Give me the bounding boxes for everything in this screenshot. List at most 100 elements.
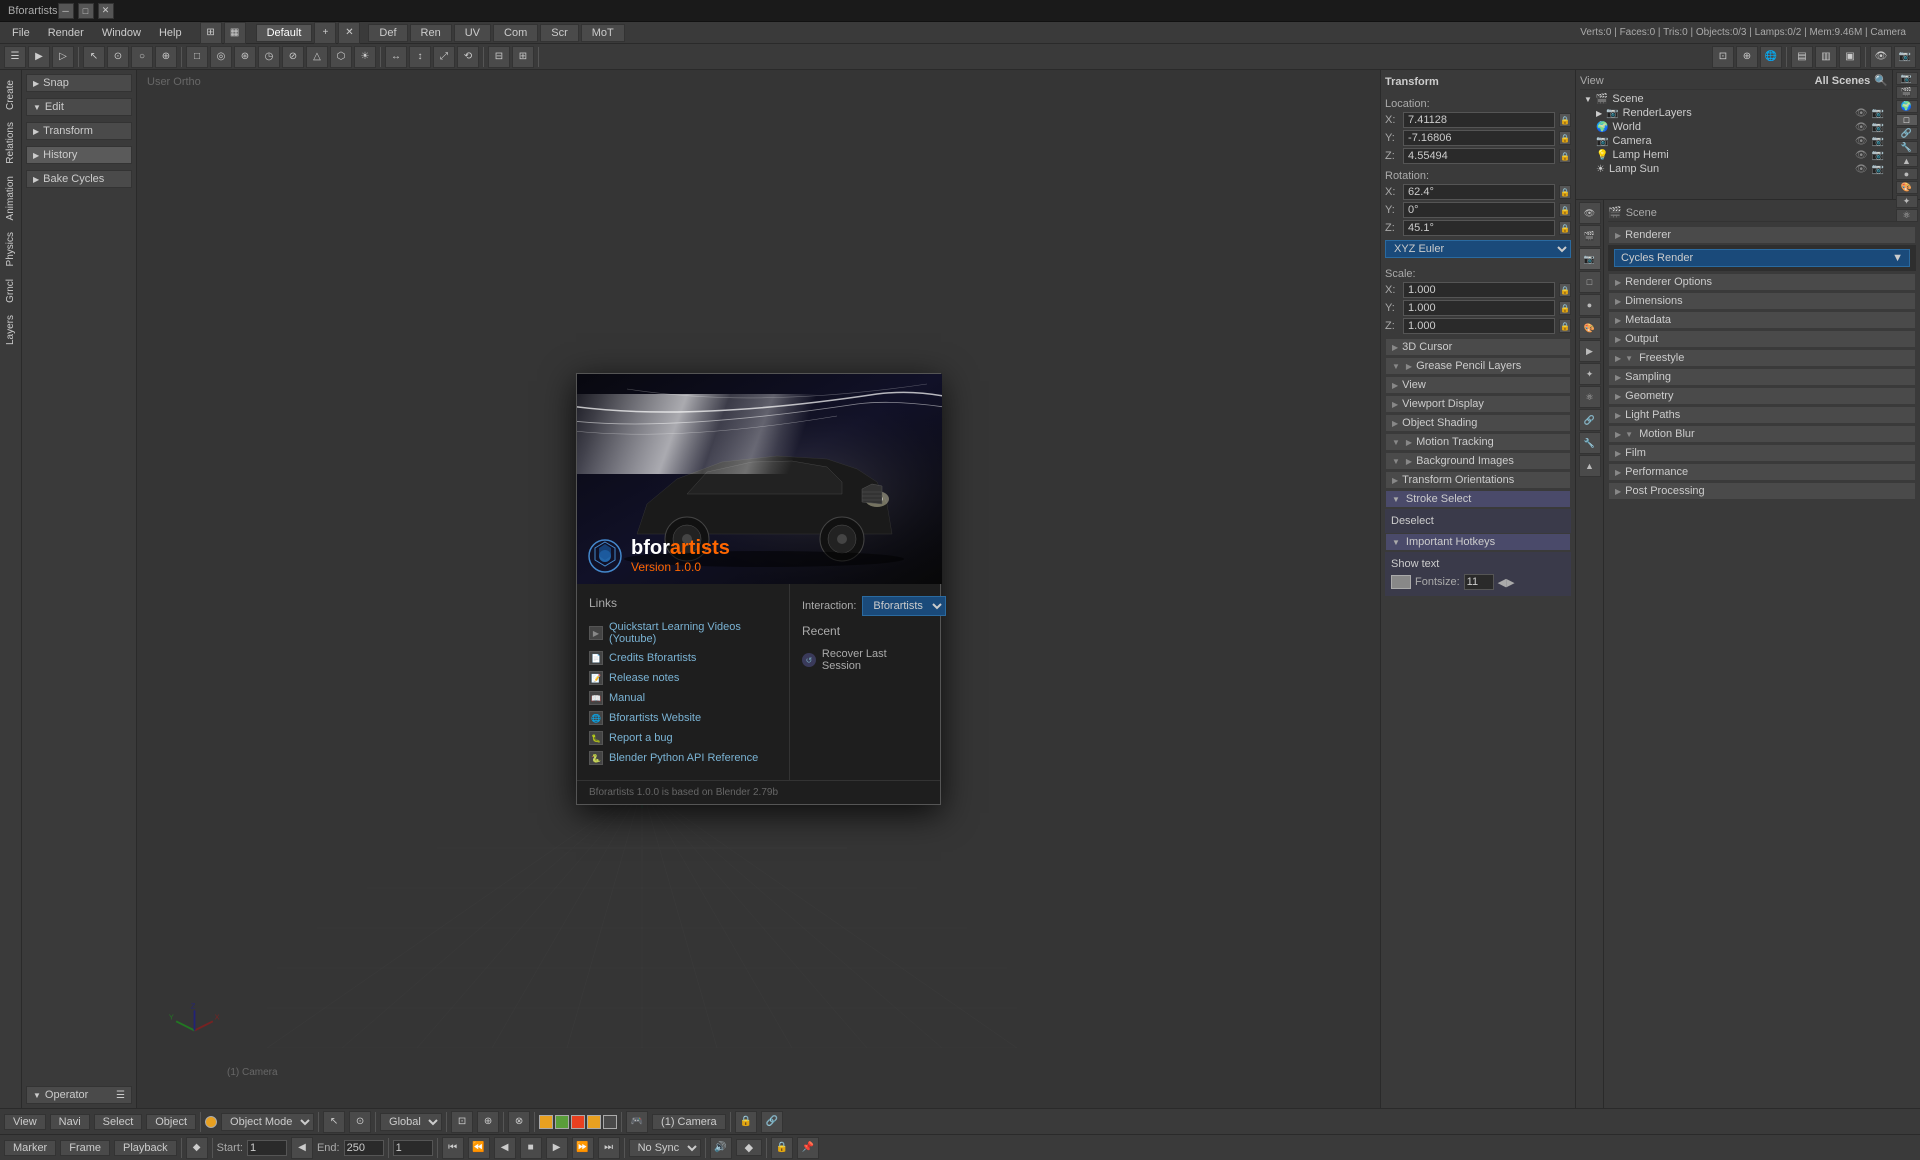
tab-def[interactable]: Def [368,24,407,42]
tb-icon-10[interactable]: ⊛ [234,46,256,68]
tb-render-btn3[interactable]: ▣ [1839,46,1861,68]
viewport[interactable]: User Ortho [137,70,1380,1108]
prop-left-phys[interactable]: ⚛ [1579,386,1601,408]
splash-link-python[interactable]: 🐍 Blender Python API Reference [589,748,777,768]
sampling-header[interactable]: ▶ Sampling [1608,368,1916,386]
color-1[interactable] [539,1115,553,1129]
tb-icon-6[interactable]: ○ [131,46,153,68]
jump-end-btn[interactable]: ⏭ [598,1137,620,1159]
editor-type-btn[interactable]: ⊞ [200,22,222,44]
tb-icon-5[interactable]: ⊙ [107,46,129,68]
outliner-lamp-hemi[interactable]: 💡 Lamp Hemi 👁 📷 [1580,148,1888,162]
jump-start-btn[interactable]: ⏮ [442,1137,464,1159]
snap-icon[interactable]: ⊡ [451,1111,473,1133]
splash-link-manual[interactable]: 📖 Manual [589,688,777,708]
prop-icon-object[interactable]: □ [1896,114,1918,126]
scale-y-lock[interactable]: 🔒 [1559,301,1571,315]
remove-workspace-btn[interactable]: ✕ [338,22,360,44]
interaction-select[interactable]: Bforartists [862,596,946,616]
viewport-display-section[interactable]: ▶ Viewport Display [1385,395,1571,413]
prop-left-part[interactable]: ✦ [1579,363,1601,385]
tb-icon-4[interactable]: ↖ [83,46,105,68]
tab-mot[interactable]: MoT [581,24,625,42]
tb-icon-2[interactable]: ▶ [28,46,50,68]
performance-header[interactable]: ▶ Performance [1608,463,1916,481]
loc-x-lock[interactable]: 🔒 [1559,113,1571,127]
post-processing-header[interactable]: ▶ Post Processing [1608,482,1916,500]
tb-icon-13[interactable]: △ [306,46,328,68]
marker-btn[interactable]: Marker [4,1140,56,1156]
prop-left-data[interactable]: ▲ [1579,455,1601,477]
splash-link-release[interactable]: 📝 Release notes [589,668,777,688]
snap2-icon[interactable]: ⊕ [477,1111,499,1133]
lock-btn[interactable]: 🔒 [735,1111,757,1133]
splash-link-website[interactable]: 🌐 Bforartists Website [589,708,777,728]
sync-select[interactable]: No Sync [629,1139,701,1157]
rot-x-input[interactable] [1403,184,1555,200]
view-btn[interactable]: View [4,1114,46,1130]
tb-icon-7[interactable]: ⊕ [155,46,177,68]
editor-mode-btn[interactable]: ▦ [224,22,246,44]
stop-btn[interactable]: ■ [520,1137,542,1159]
recover-last-session-btn[interactable]: ↺ Recover Last Session [802,646,928,674]
cycles-render-dropdown[interactable]: Cycles Render ▼ [1614,249,1910,267]
deselect-btn[interactable]: Deselect [1391,513,1565,529]
show-text-btn[interactable]: Show text [1391,556,1565,572]
select-btn[interactable]: Select [94,1114,143,1130]
prop-left-anim[interactable]: ▶ [1579,340,1601,362]
game-btn[interactable]: 🎮 [626,1111,648,1133]
loc-y-lock[interactable]: 🔒 [1559,131,1571,145]
tb-icon-11[interactable]: ◷ [258,46,280,68]
prop-left-mod[interactable]: 🔧 [1579,432,1601,454]
prop-icon-material[interactable]: ● [1896,168,1918,180]
color-4[interactable] [587,1115,601,1129]
sidebar-tab-grncl[interactable]: Grncl [3,273,18,309]
tb-icon-15[interactable]: ☀ [354,46,376,68]
tb-icon-12[interactable]: ⊘ [282,46,304,68]
loc-z-lock[interactable]: 🔒 [1559,149,1571,163]
loc-x-input[interactable] [1403,112,1555,128]
prop-icon-texture[interactable]: 🎨 [1896,181,1918,194]
rot-y-lock[interactable]: 🔒 [1559,203,1571,217]
link-btn[interactable]: 🔗 [761,1111,783,1133]
tb-icon-17[interactable]: ↕ [409,46,431,68]
outliner-view-btn[interactable]: View [1580,75,1604,87]
scale-x-input[interactable] [1403,282,1555,298]
navi-btn[interactable]: Navi [50,1114,90,1130]
rot-z-lock[interactable]: 🔒 [1559,221,1571,235]
workspace-name[interactable]: Default [256,24,313,42]
minimize-button[interactable]: ─ [58,3,74,19]
scale-z-lock[interactable]: 🔒 [1559,319,1571,333]
renderer-header[interactable]: ▶ Renderer [1608,226,1916,244]
tb-small-1[interactable]: ↖ [323,1111,345,1133]
film-header[interactable]: ▶ Film [1608,444,1916,462]
prop-icon-render[interactable]: 📷 [1896,72,1918,85]
splash-link-credits[interactable]: 📄 Credits Bforartists [589,648,777,668]
prop-left-con[interactable]: 🔗 [1579,409,1601,431]
freestyle-header[interactable]: ▶ ▼ Freestyle [1608,349,1916,367]
step-fwd-btn[interactable]: ⏩ [572,1137,594,1159]
grease-pencil-section[interactable]: ▼ ▶ Grease Pencil Layers [1385,357,1571,375]
prop-left-mat[interactable]: ● [1579,294,1601,316]
scale-y-input[interactable] [1403,300,1555,316]
tab-ren[interactable]: Ren [410,24,452,42]
color-3[interactable] [571,1115,585,1129]
keyframe-btn[interactable]: ◆ [736,1139,762,1156]
outliner-search-icon[interactable]: 🔍 [1874,74,1888,87]
prop-left-view[interactable]: 👁 [1579,202,1601,224]
play-back-btn[interactable]: ◀ [494,1137,516,1159]
proportional-edit-btn[interactable]: ⊗ [508,1111,530,1133]
object-shading-section[interactable]: ▶ Object Shading [1385,414,1571,432]
prop-icon-scene[interactable]: 🎬 [1896,86,1918,99]
renderer-options-header[interactable]: ▶ Renderer Options [1608,273,1916,291]
operator-header[interactable]: ▼ Operator ☰ [26,1086,132,1104]
tb-pivot-btn[interactable]: ⊕ [1736,46,1758,68]
prop-left-render[interactable]: 📷 [1579,248,1601,270]
scale-z-input[interactable] [1403,318,1555,334]
motion-blur-header[interactable]: ▶ ▼ Motion Blur [1608,425,1916,443]
transform-header[interactable]: ▶ Transform [26,122,132,140]
play-btn[interactable]: ▶ [546,1137,568,1159]
tab-scr[interactable]: Scr [540,24,579,42]
sidebar-tab-physics[interactable]: Physics [3,226,18,272]
tb-icon-8[interactable]: □ [186,46,208,68]
